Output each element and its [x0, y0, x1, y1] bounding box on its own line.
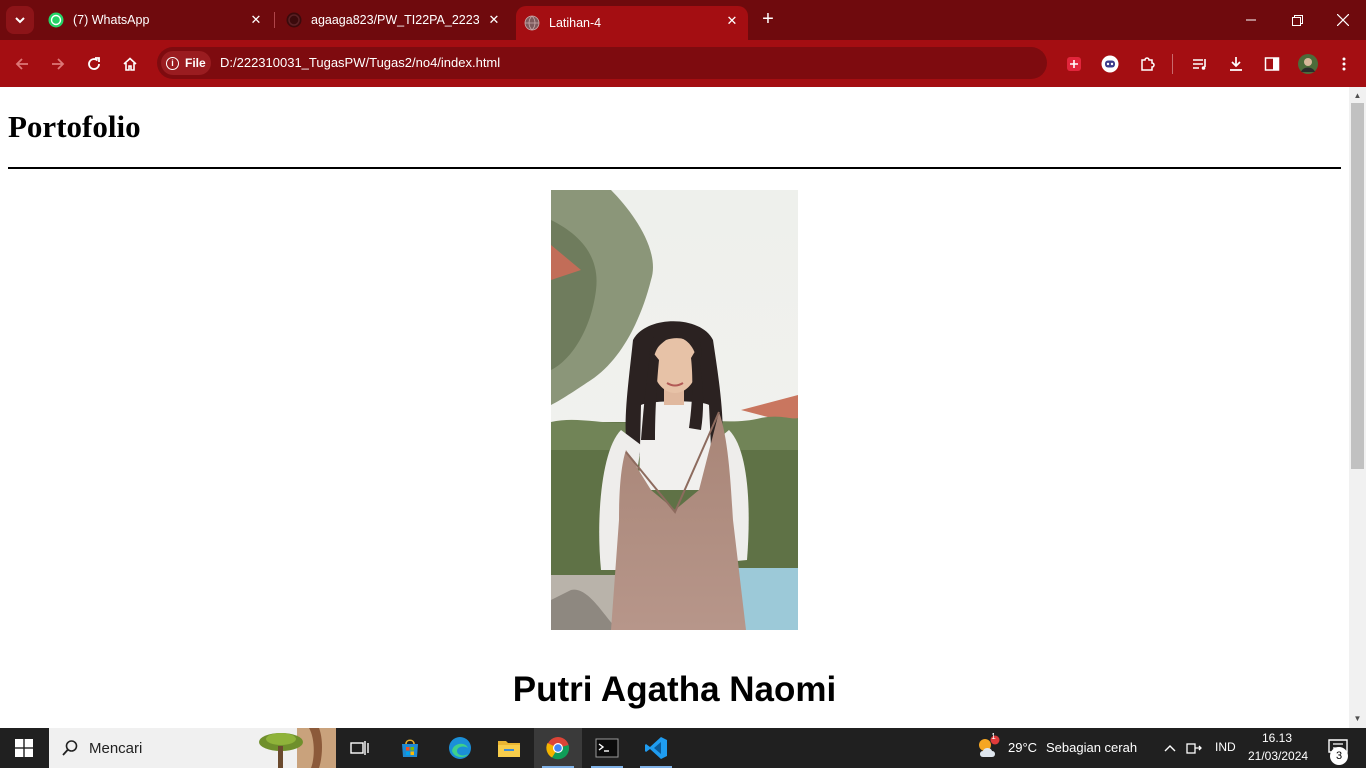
weather-temp[interactable]: 29°C — [1008, 740, 1037, 755]
person-name: Putri Agatha Naomi — [512, 670, 837, 709]
reload-icon — [88, 57, 100, 70]
weather-badge: 1 — [991, 732, 996, 741]
scroll-down-arrow-icon[interactable]: ▼ — [1349, 712, 1366, 726]
file-explorer-button[interactable] — [485, 728, 533, 768]
home-icon — [123, 57, 137, 71]
taskbar-search-box[interactable]: Mencari — [49, 728, 336, 768]
restore-button[interactable] — [1274, 0, 1320, 40]
minimize-icon — [1246, 19, 1256, 21]
windows-logo-icon — [15, 739, 33, 757]
more-vertical-icon — [1342, 57, 1346, 71]
tab-search-button[interactable] — [6, 6, 34, 34]
side-panel-button[interactable] — [1260, 52, 1284, 76]
terminal-icon — [595, 738, 619, 758]
tab-strip: (7) WhatsApp ✕ agaaga823/PW_TI22PA_22231… — [0, 0, 1366, 40]
tab-latihan-4[interactable]: Latihan-4 ✕ — [516, 6, 748, 40]
side-panel-icon — [1264, 57, 1280, 71]
close-icon — [1337, 14, 1349, 26]
discord-icon — [1101, 55, 1119, 73]
tab-whatsapp[interactable]: (7) WhatsApp ✕ — [48, 0, 272, 40]
playlist-icon — [1193, 59, 1206, 70]
site-info-chip[interactable]: i File — [161, 51, 211, 75]
edge-button[interactable] — [436, 728, 484, 768]
clock-time[interactable]: 16.13 — [1254, 731, 1300, 745]
input-language[interactable]: IND — [1215, 740, 1236, 754]
network-icon — [1186, 743, 1202, 754]
task-view-icon — [350, 741, 369, 755]
extension-button-1[interactable] — [1062, 52, 1086, 76]
downloads-button[interactable] — [1224, 52, 1248, 76]
home-button[interactable] — [118, 52, 142, 76]
puzzle-icon — [1141, 57, 1155, 71]
arrow-right-icon — [52, 58, 65, 70]
task-view-button[interactable] — [336, 728, 384, 768]
microsoft-store-button[interactable] — [386, 728, 434, 768]
back-button[interactable] — [10, 52, 34, 76]
globe-icon — [524, 15, 540, 31]
chevron-up-icon — [1164, 745, 1176, 752]
windows-taskbar: Mencari 1 29°C Sebagian cerah IND 16.13 … — [0, 728, 1366, 768]
new-tab-button[interactable]: + — [757, 9, 779, 31]
folder-icon — [498, 741, 520, 757]
close-tab-icon[interactable]: ✕ — [248, 12, 264, 28]
extensions-button[interactable] — [1135, 52, 1159, 76]
clock-date[interactable]: 21/03/2024 — [1248, 749, 1308, 763]
profile-button[interactable] — [1296, 52, 1320, 76]
chrome-icon — [546, 737, 570, 760]
horizontal-rule — [8, 167, 1341, 169]
site-info-label: File — [185, 56, 206, 70]
close-tab-icon[interactable]: ✕ — [486, 12, 502, 28]
url-text[interactable]: D:/222310031_TugasPW/Tugas2/no4/index.ht… — [220, 55, 500, 70]
terminal-button[interactable] — [583, 728, 631, 768]
page-title: Portofolio — [8, 109, 141, 144]
tab-title: Latihan-4 — [549, 16, 602, 30]
page-viewport: Portofolio Putri Agatha Naomi — [0, 87, 1349, 728]
weather-widget-icon-button[interactable] — [968, 728, 1008, 768]
start-button[interactable] — [0, 728, 48, 768]
download-icon — [1230, 57, 1242, 71]
tab-title: agaaga823/PW_TI22PA_222310 — [311, 13, 479, 27]
vertical-scrollbar[interactable]: ▲ ▼ — [1349, 87, 1366, 728]
plus-square-icon — [1067, 57, 1081, 71]
close-window-button[interactable] — [1320, 0, 1366, 40]
media-control-button[interactable] — [1188, 52, 1212, 76]
menu-button[interactable] — [1332, 52, 1356, 76]
tab-github[interactable]: agaaga823/PW_TI22PA_222310 ✕ — [286, 0, 510, 40]
portrait-photo — [551, 190, 798, 630]
notification-count-badge: 3 — [1330, 747, 1348, 765]
reload-button[interactable] — [82, 52, 106, 76]
scroll-up-arrow-icon[interactable]: ▲ — [1349, 89, 1366, 103]
edge-icon — [449, 737, 471, 759]
arrow-left-icon — [15, 58, 28, 70]
scrollbar-thumb[interactable] — [1351, 103, 1364, 469]
show-hidden-icons-button[interactable] — [1160, 728, 1180, 768]
toolbar-divider — [1172, 54, 1173, 74]
weather-description[interactable]: Sebagian cerah — [1046, 740, 1137, 755]
info-icon: i — [166, 56, 179, 70]
search-icon — [62, 740, 78, 756]
forward-button[interactable] — [46, 52, 70, 76]
extension-button-2[interactable] — [1098, 52, 1122, 76]
vscode-button[interactable] — [632, 728, 680, 768]
github-icon — [286, 12, 302, 28]
network-button[interactable] — [1183, 728, 1207, 768]
chevron-down-icon — [15, 17, 25, 24]
close-tab-icon[interactable]: ✕ — [724, 13, 740, 29]
minimize-button[interactable] — [1228, 0, 1274, 40]
search-placeholder: Mencari — [89, 739, 143, 757]
restore-icon — [1291, 14, 1303, 26]
vscode-icon — [645, 737, 667, 759]
whatsapp-icon — [48, 12, 64, 28]
tab-title: (7) WhatsApp — [73, 13, 150, 27]
search-highlight-illustration — [259, 728, 336, 768]
chrome-button[interactable] — [534, 728, 582, 768]
store-icon — [402, 739, 418, 757]
tab-separator — [274, 12, 275, 28]
avatar — [1298, 54, 1318, 74]
